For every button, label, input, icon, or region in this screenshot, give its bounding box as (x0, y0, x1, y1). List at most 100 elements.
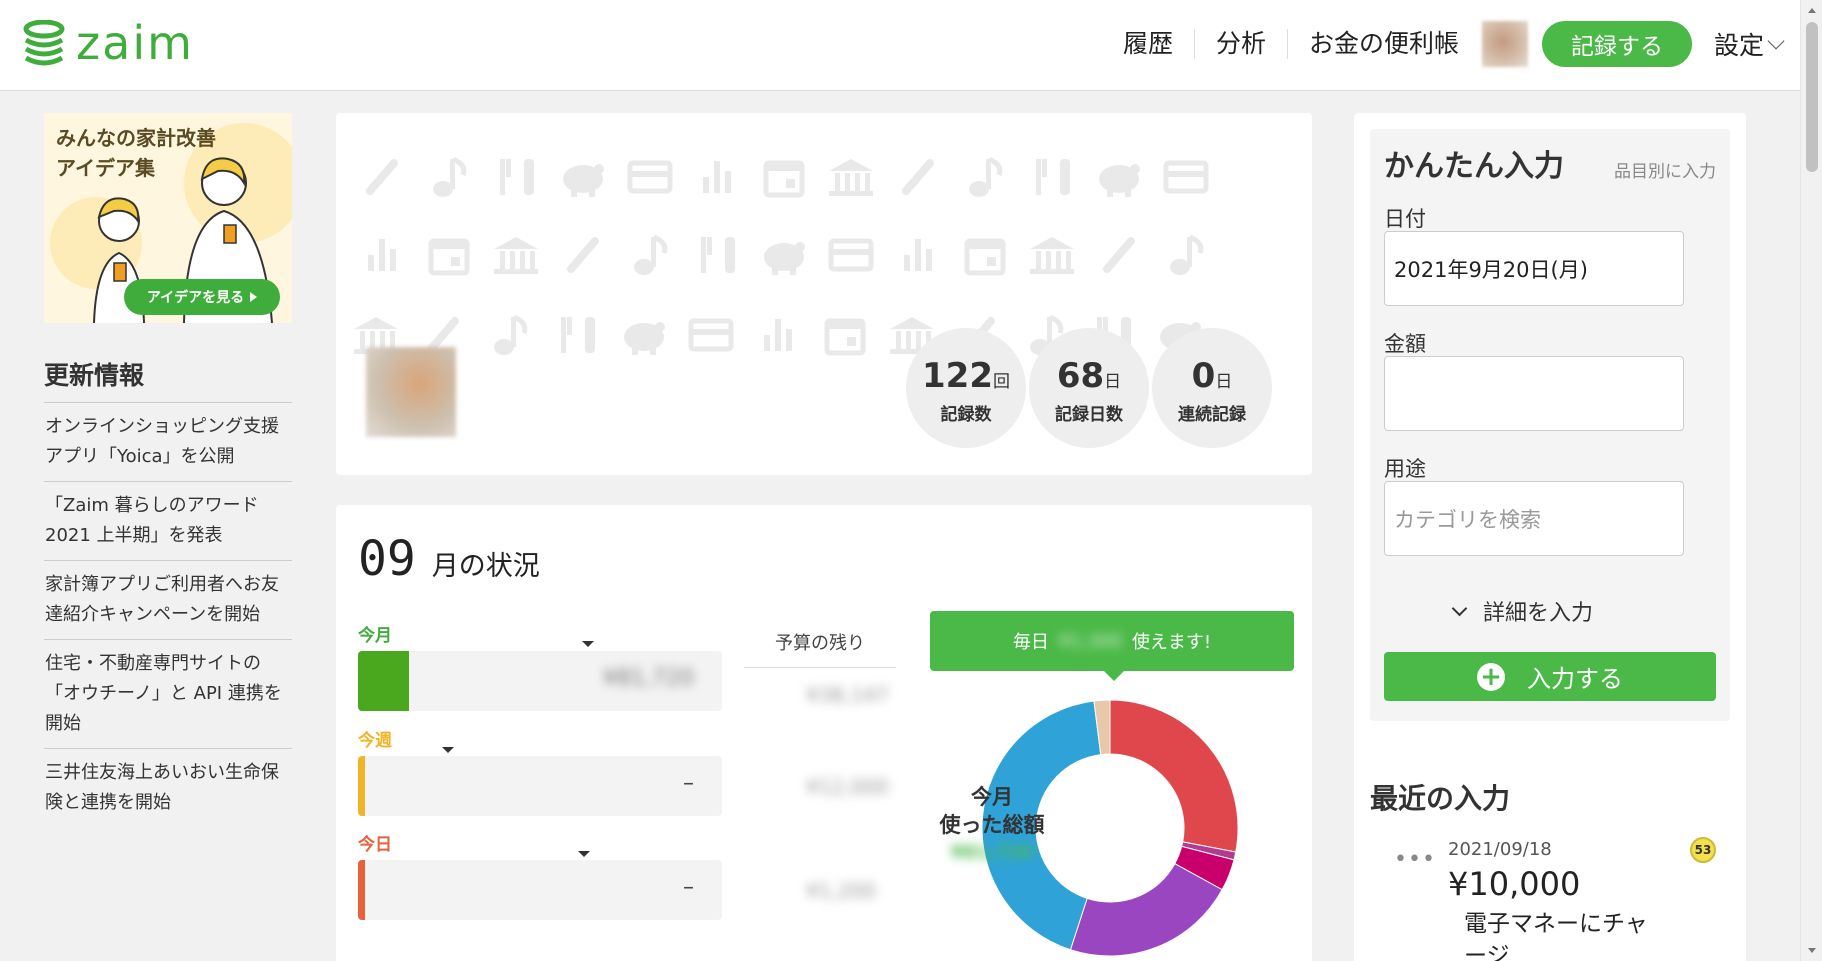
stat-record-days-value: 68 (1056, 356, 1105, 396)
today-bar-marker (358, 860, 365, 920)
chevron-down-icon (1451, 600, 1468, 616)
tooltip-daily-amount: ¥1,300 (1058, 630, 1122, 652)
amount-label: 金額 (1384, 332, 1426, 356)
settings-label: 設定 (1713, 31, 1764, 60)
record-button[interactable]: 記録する (1541, 21, 1692, 67)
donut-slice[interactable] (1069, 862, 1223, 956)
see-ideas-button[interactable]: アイデアを見る (124, 279, 280, 315)
month-title: 月の状況 (431, 551, 540, 582)
stat-record-days-label: 記録日数 (1055, 405, 1123, 425)
month-heading: 09 月の状況 (358, 531, 540, 587)
stat-unit: 日 (1215, 372, 1233, 392)
top-header: zaim 履歴 分析 お金の便利帳 記録する 設定 (0, 0, 1800, 91)
category-search-input[interactable]: カテゴリを検索 (1384, 481, 1684, 556)
settings-menu[interactable]: 設定 (1692, 26, 1785, 62)
update-item[interactable]: 三井住友海上あいおい生命保険と連携を開始 (44, 748, 292, 827)
date-value: 2021年9月20日(月) (1394, 257, 1588, 282)
banner-title: みんなの家計改善 アイデア集 (56, 123, 216, 183)
submit-label: 入力する (1527, 665, 1623, 693)
quick-input-title: かんたん入力 (1384, 149, 1564, 184)
quick-input-form: かんたん入力 品目別に入力 日付 2021年9月20日(月) 金額 用途 カテゴ… (1370, 129, 1730, 721)
donut-line1: 今月 (971, 785, 1013, 809)
coin-stack-icon (23, 20, 65, 66)
plus-icon: + (1477, 662, 1505, 691)
month-spending-bar: ¥81,720 (358, 651, 722, 711)
update-item[interactable]: 住宅・不動産専門サイトの「オウチーノ」と API 連携を開始 (44, 639, 292, 748)
page-scrollbar[interactable] (1800, 0, 1822, 961)
itemized-input-link[interactable]: 品目別に入力 (1614, 157, 1716, 182)
category-label: 用途 (1384, 457, 1426, 481)
nav-money-guide[interactable]: お金の便利帳 (1288, 29, 1480, 59)
recent-entry-date: 2021/09/18 (1448, 839, 1552, 860)
month-number: 09 (358, 531, 416, 587)
update-item[interactable]: オンラインショッピング支援アプリ「Yoica」を公開 (44, 402, 292, 481)
banner-title-line2: アイデア集 (56, 156, 155, 180)
ideas-banner[interactable]: みんなの家計改善 アイデア集 アイデアを見る (44, 113, 292, 323)
recent-entries-title: 最近の入力 (1370, 782, 1511, 815)
stat-streak-value: 0 (1191, 356, 1216, 396)
stat-record-count: 122回 記録数 (906, 328, 1026, 448)
zaim-logo[interactable]: zaim (22, 20, 194, 66)
week-spent-value: – (683, 771, 694, 796)
period-label-month: 今月 (358, 626, 392, 646)
recent-entry-category: 電子マネーにチャージ (1464, 911, 1648, 961)
caret-down-icon[interactable] (582, 641, 594, 647)
nav-history[interactable]: 履歴 (1102, 29, 1195, 59)
period-label-week: 今週 (358, 731, 392, 751)
logo-text: zaim (76, 16, 194, 70)
amount-field[interactable] (1384, 356, 1684, 431)
details-label: 詳細を入力 (1483, 601, 1594, 626)
scroll-up-arrow-icon[interactable] (1808, 8, 1816, 13)
month-bar-fill (358, 651, 409, 711)
month-remaining: ¥38,147 (806, 683, 889, 707)
updates-title: 更新情報 (44, 361, 145, 390)
category-placeholder: カテゴリを検索 (1394, 507, 1541, 532)
tooltip-suffix: 使えます! (1131, 632, 1212, 653)
stat-unit: 回 (992, 372, 1010, 392)
donut-line2: 使った総額 (939, 813, 1045, 837)
period-label-today: 今日 (358, 835, 392, 855)
profile-panel: 122回 記録数 68日 記録日数 0日 連続記録 (336, 113, 1312, 475)
stat-record-count-value: 122 (922, 356, 993, 396)
caret-down-icon[interactable] (442, 747, 454, 753)
monthly-status-panel: 09 月の状況 今月 ¥81,720 今週 – 今日 – 予算の残り ¥38,1… (336, 505, 1312, 961)
stat-streak-label: 連続記録 (1178, 405, 1246, 425)
week-spending-bar: – (358, 756, 722, 816)
play-arrow-icon (250, 292, 258, 302)
scroll-down-arrow-icon[interactable] (1808, 948, 1816, 953)
stat-streak: 0日 連続記録 (1152, 328, 1272, 448)
recent-entry-amount[interactable]: ¥10,000 (1448, 865, 1580, 903)
main-nav: 履歴 分析 お金の便利帳 記録する 設定 (1102, 20, 1785, 68)
today-remaining: ¥1,200 (806, 879, 876, 903)
today-spent-value: – (683, 875, 694, 900)
input-details-toggle[interactable]: 詳細を入力 (1451, 595, 1594, 627)
scroll-thumb[interactable] (1806, 22, 1818, 172)
update-item[interactable]: 「Zaim 暮らしのアワード 2021 上半期」を発表 (44, 481, 292, 560)
see-ideas-label: アイデアを見る (146, 290, 245, 306)
updates-list: オンラインショッピング支援アプリ「Yoica」を公開 「Zaim 暮らしのアワー… (44, 402, 292, 827)
date-label: 日付 (1384, 207, 1426, 231)
more-options-icon[interactable]: ••• (1394, 847, 1436, 872)
week-bar-marker (358, 756, 365, 816)
update-item[interactable]: 家計簿アプリご利用者へお友達紹介キャンペーンを開始 (44, 560, 292, 639)
profile-photo[interactable] (366, 347, 456, 437)
date-field[interactable]: 2021年9月20日(月) (1384, 231, 1684, 306)
submit-entry-button[interactable]: + 入力する (1384, 652, 1716, 701)
budget-remaining-header: 予算の残り (744, 629, 896, 668)
nav-analysis[interactable]: 分析 (1195, 29, 1288, 59)
right-column: かんたん入力 品目別に入力 日付 2021年9月20日(月) 金額 用途 カテゴ… (1354, 113, 1746, 961)
stat-unit: 日 (1104, 372, 1122, 392)
recent-entry-badge: 53 (1690, 837, 1716, 863)
daily-budget-tooltip: 毎日 ¥1,300 使えます! (930, 611, 1294, 681)
donut-slice[interactable] (1109, 700, 1238, 853)
banner-title-line1: みんなの家計改善 (56, 126, 216, 150)
month-spent-value: ¥81,720 (603, 666, 694, 691)
chevron-down-icon (1767, 32, 1785, 50)
stat-record-days: 68日 記録日数 (1029, 328, 1149, 448)
today-spending-bar: – (358, 860, 722, 920)
caret-down-icon[interactable] (578, 851, 590, 857)
donut-total: ¥81,720 (951, 842, 1033, 863)
week-remaining: ¥12,000 (806, 775, 889, 799)
user-avatar[interactable] (1481, 21, 1528, 67)
stat-record-count-label: 記録数 (940, 405, 992, 425)
